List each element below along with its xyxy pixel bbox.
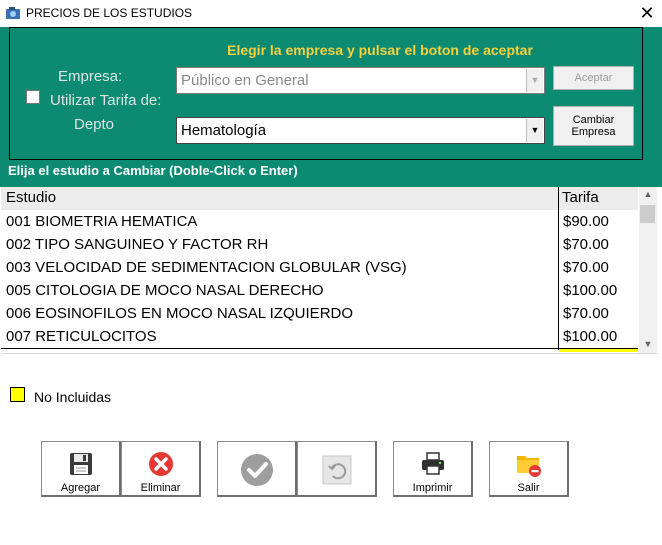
chevron-down-icon[interactable]: ▼ bbox=[526, 119, 543, 142]
legend-label: No Incluidas bbox=[34, 389, 112, 405]
tarifa-cell: $90.00 bbox=[563, 213, 609, 230]
grid-header: Estudio Tarifa bbox=[1, 187, 638, 211]
confirm-button[interactable] bbox=[217, 441, 297, 497]
estudio-cell: 001 BIOMETRIA HEMATICA bbox=[6, 213, 198, 230]
chevron-down-icon[interactable]: ▼ bbox=[526, 69, 543, 92]
tarifa-cell: $100.00 bbox=[563, 282, 618, 299]
panel-heading: Elegir la empresa y pulsar el boton de a… bbox=[227, 42, 533, 58]
depto-combo[interactable]: Hematología ▼ bbox=[176, 117, 545, 144]
printer-icon bbox=[421, 452, 444, 475]
agregar-label: Agregar bbox=[60, 482, 101, 494]
vertical-scrollbar[interactable]: ▲ ▼ bbox=[639, 187, 657, 353]
cambiar-label-line1: Cambiar bbox=[572, 114, 615, 126]
column-header-tarifa[interactable]: Tarifa bbox=[562, 189, 599, 206]
check-icon bbox=[240, 454, 273, 486]
tarifa-cell: $100.00 bbox=[563, 328, 618, 345]
salir-button[interactable]: Salir bbox=[489, 441, 569, 497]
utilizar-tarifa-label: Utilizar Tarifa de: bbox=[50, 92, 162, 109]
table-row[interactable]: 003 VELOCIDAD DE SEDIMENTACION GLOBULAR … bbox=[1, 256, 638, 280]
empresa-combo[interactable]: Público en General ▼ bbox=[176, 67, 545, 94]
table-row[interactable]: 007 RETICULOCITOS $100.00 bbox=[1, 325, 638, 349]
estudio-cell: 005 CITOLOGIA DE MOCO NASAL DERECHO bbox=[6, 282, 324, 299]
imprimir-label: Imprimir bbox=[412, 482, 453, 494]
legend-swatch bbox=[10, 387, 25, 402]
estudio-cell: 003 VELOCIDAD DE SEDIMENTACION GLOBULAR … bbox=[6, 259, 407, 276]
undo-icon bbox=[322, 455, 351, 485]
tarifa-cell: $70.00 bbox=[563, 305, 609, 322]
save-icon bbox=[69, 453, 92, 475]
studies-grid[interactable]: Estudio Tarifa 001 BIOMETRIA HEMATICA $9… bbox=[1, 187, 658, 353]
scroll-thumb[interactable] bbox=[640, 205, 655, 223]
salir-label: Salir bbox=[517, 482, 540, 494]
instruction-text: Elija el estudio a Cambiar (Doble-Click … bbox=[8, 163, 298, 178]
depto-label: Depto bbox=[74, 116, 115, 133]
estudio-cell: 007 RETICULOCITOS bbox=[6, 328, 157, 345]
delete-icon bbox=[148, 452, 173, 476]
tarifa-cell: $70.00 bbox=[563, 259, 609, 276]
estudio-cell: 002 TIPO SANGUINEO Y FACTOR RH bbox=[6, 236, 269, 253]
cambiar-empresa-button[interactable]: Cambiar Empresa bbox=[553, 106, 634, 146]
column-divider bbox=[558, 187, 559, 350]
cambiar-label-line2: Empresa bbox=[571, 126, 616, 138]
eliminar-label: Eliminar bbox=[140, 482, 181, 494]
scroll-up-icon[interactable]: ▲ bbox=[639, 189, 657, 199]
app-icon bbox=[6, 7, 20, 19]
exit-folder-icon bbox=[516, 456, 541, 477]
column-header-estudio[interactable]: Estudio bbox=[6, 189, 56, 206]
empresa-combo-value: Público en General bbox=[181, 72, 309, 89]
empresa-label: Empresa: bbox=[58, 68, 123, 85]
utilizar-tarifa-checkbox[interactable] bbox=[26, 90, 40, 104]
depto-combo-value: Hematología bbox=[181, 122, 267, 139]
table-row[interactable]: 005 CITOLOGIA DE MOCO NASAL DERECHO $100… bbox=[1, 279, 638, 303]
selection-highlight bbox=[559, 349, 638, 352]
imprimir-button[interactable]: Imprimir bbox=[393, 441, 473, 497]
tarifa-cell: $70.00 bbox=[563, 236, 609, 253]
scroll-down-icon[interactable]: ▼ bbox=[639, 339, 657, 349]
close-icon[interactable]: ✕ bbox=[632, 0, 662, 27]
window-title: PRECIOS DE LOS ESTUDIOS bbox=[26, 6, 193, 20]
grid-bottom-border bbox=[1, 353, 658, 354]
estudio-cell: 006 EOSINOFILOS EN MOCO NASAL IZQUIERDO bbox=[6, 305, 354, 322]
undo-button[interactable] bbox=[297, 441, 377, 497]
table-row[interactable]: 006 EOSINOFILOS EN MOCO NASAL IZQUIERDO … bbox=[1, 302, 638, 326]
aceptar-button[interactable]: Aceptar bbox=[553, 66, 634, 90]
table-row[interactable]: 002 TIPO SANGUINEO Y FACTOR RH $70.00 bbox=[1, 233, 638, 257]
agregar-button[interactable]: Agregar bbox=[41, 441, 121, 497]
eliminar-button[interactable]: Eliminar bbox=[121, 441, 201, 497]
table-row[interactable]: 001 BIOMETRIA HEMATICA $90.00 bbox=[1, 210, 638, 234]
